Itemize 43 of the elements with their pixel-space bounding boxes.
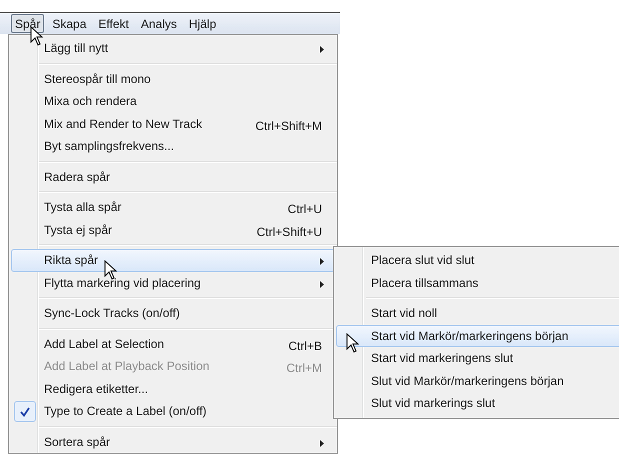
- menu-bar-item[interactable]: Hjälp: [184, 14, 220, 33]
- menu-item[interactable]: Slut vid Markör/markeringens början: [336, 370, 619, 392]
- menu-bar-item[interactable]: Spår: [11, 14, 44, 33]
- menu-item[interactable]: Mixa och rendera: [11, 90, 335, 112]
- shortcut-label: Ctrl+U: [288, 201, 322, 218]
- submenu-arrow-icon: [320, 258, 324, 265]
- shortcut-label: Ctrl+B: [288, 338, 322, 354]
- check-icon: [14, 401, 36, 422]
- menu-bar-item[interactable]: Analys: [136, 14, 181, 33]
- menu-item[interactable]: Lägg till nytt: [11, 37, 335, 60]
- menu-item[interactable]: Tysta ej spår Ctrl+Shift+U: [11, 218, 335, 241]
- submenu-arrow-icon: [320, 440, 324, 446]
- menu-item[interactable]: Slut vid markerings slut: [336, 392, 619, 414]
- menu-item[interactable]: Start vid noll: [336, 302, 619, 324]
- menu-item-label: Tysta alla spår: [44, 199, 122, 216]
- shortcut-label: Ctrl+Shift+U: [256, 224, 322, 240]
- submenu-arrow-icon: [320, 280, 324, 288]
- menu-item[interactable]: Placera tillsammans: [336, 272, 619, 294]
- menu-item[interactable]: Byt samplingsfrekvens...: [11, 135, 335, 158]
- menu-item[interactable]: Tysta alla spår Ctrl+U: [11, 196, 335, 218]
- menu-item-label: Mix and Render to New Track: [44, 116, 202, 133]
- menu-item[interactable]: Sync-Lock Tracks (on/off): [11, 302, 335, 324]
- shortcut-label: Ctrl+M: [286, 360, 322, 377]
- menu-item[interactable]: Sortera spår: [11, 430, 335, 453]
- menu-item[interactable]: Add Label at Selection Ctrl+B: [11, 332, 335, 355]
- menu-item[interactable]: Start vid markeringens slut: [336, 347, 619, 370]
- menu-bar-item[interactable]: Skapa: [48, 14, 90, 33]
- menu-item-label: Add Label at Playback Position: [44, 358, 210, 376]
- menu-item[interactable]: Mix and Render to New Track Ctrl+Shift+M: [11, 112, 335, 135]
- menu-item-label: Tysta ej spår: [44, 222, 112, 239]
- menu-item[interactable]: Placera slut vid slut: [336, 249, 619, 272]
- menu-item[interactable]: Type to Create a Label (on/off): [11, 400, 335, 422]
- submenu-arrow-icon: [320, 46, 324, 53]
- menu-item-label: Add Label at Selection: [44, 336, 164, 353]
- shortcut-label: Ctrl+Shift+M: [255, 118, 322, 134]
- menu-item[interactable]: Start vid Markör/markeringens början: [336, 324, 619, 347]
- pointer-icon: [346, 333, 360, 354]
- menu-item[interactable]: Redigera etiketter...: [11, 378, 335, 400]
- menu-item[interactable]: Rikta spår: [11, 249, 335, 272]
- menu-item[interactable]: Flytta markering vid placering: [11, 272, 335, 294]
- menu-item[interactable]: Stereospår till mono: [11, 68, 335, 90]
- menu-item[interactable]: Radera spår: [11, 166, 335, 188]
- menu-bar-item[interactable]: Effekt: [94, 14, 133, 33]
